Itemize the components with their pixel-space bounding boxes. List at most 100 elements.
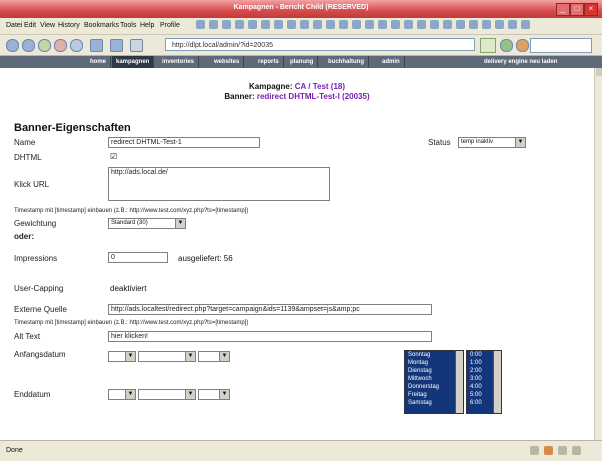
toolbar-icon[interactable]: [196, 20, 205, 29]
toolbar-icon[interactable]: [261, 20, 270, 29]
maximize-button[interactable]: □: [570, 3, 584, 16]
toolbar-icon[interactable]: [209, 20, 218, 29]
chevron-down-icon: ▼: [125, 352, 135, 361]
toolbar-icon[interactable]: [417, 20, 426, 29]
end-year-select[interactable]: ▼: [198, 389, 230, 400]
menu-tools[interactable]: Tools: [120, 22, 136, 29]
toolbar-icon[interactable]: [508, 20, 517, 29]
weekday-listbox[interactable]: Sonntag Montag Dienstag Mittwoch Donners…: [404, 350, 464, 414]
menu-view[interactable]: View: [40, 22, 55, 29]
search-engine-icon[interactable]: [516, 39, 529, 52]
toolbar-icon[interactable]: [287, 20, 296, 29]
page-content: Kampagne: CA / Test (18) Banner: redirec…: [0, 68, 594, 440]
kampagne-link[interactable]: CA / Test (18): [295, 82, 345, 91]
tab-inventories[interactable]: inventories: [158, 56, 200, 68]
externe-quelle-label: Externe Quelle: [14, 305, 67, 314]
gewichtung-select[interactable]: Standard (30) ▼: [108, 218, 186, 229]
menu-history[interactable]: History: [58, 22, 80, 29]
tab-home[interactable]: home: [86, 56, 112, 68]
menu-bookmarks[interactable]: Bookmarks: [84, 22, 119, 29]
toolbar-icon[interactable]: [456, 20, 465, 29]
menu-profile[interactable]: Profile: [160, 22, 180, 29]
tab-reports[interactable]: reports: [254, 56, 284, 68]
impressions-label: Impressions: [14, 254, 58, 263]
status-icon[interactable]: [530, 446, 539, 455]
status-icon[interactable]: [544, 446, 553, 455]
tab-planung[interactable]: planung: [286, 56, 319, 68]
toolbar-icon[interactable]: [352, 20, 361, 29]
reload-icon[interactable]: [38, 39, 51, 52]
status-icon[interactable]: [558, 446, 567, 455]
impressions-input[interactable]: 0: [108, 252, 168, 263]
end-day-select[interactable]: ▼: [108, 389, 136, 400]
toolbar-icon[interactable]: [391, 20, 400, 29]
end-month-select[interactable]: ▼: [138, 389, 196, 400]
gewichtung-label: Gewichtung: [14, 219, 57, 228]
address-bar[interactable]: http://dlpt.local/admin/?id=20035: [165, 38, 475, 51]
forward-arrow-icon[interactable]: [22, 39, 35, 52]
externe-quelle-input[interactable]: http://ads.localtest/redirect.php?target…: [108, 304, 432, 315]
minimize-button[interactable]: _: [556, 3, 570, 16]
menu-file[interactable]: Datei: [6, 22, 22, 29]
status-label: Status: [428, 138, 451, 147]
toolbar-icon[interactable]: [495, 20, 504, 29]
toolbar-icon[interactable]: [326, 20, 335, 29]
toolbar-icon[interactable]: [300, 20, 309, 29]
search-input[interactable]: [530, 38, 592, 53]
page-scrollbar[interactable]: [594, 68, 602, 440]
alt-text-input[interactable]: hier klicken!: [108, 331, 432, 342]
dhtml-checkbox[interactable]: ☑: [110, 152, 117, 161]
anfang-day-select[interactable]: ▼: [108, 351, 136, 362]
kampagne-heading: Kampagne: CA / Test (18): [0, 82, 594, 91]
toolbar-icon[interactable]: [235, 20, 244, 29]
app-tab-bar: home kampagnen inventories websites repo…: [0, 56, 602, 68]
history-icon[interactable]: [110, 39, 123, 52]
banner-link[interactable]: redirect DHTML-Test-I (20035): [257, 92, 370, 101]
toolbar-icon[interactable]: [482, 20, 491, 29]
go-button[interactable]: [480, 38, 496, 53]
listbox-scrollbar[interactable]: [455, 351, 463, 413]
toolbar-icon[interactable]: [248, 20, 257, 29]
status-text: Done: [6, 447, 23, 454]
stop-icon[interactable]: [54, 39, 67, 52]
addon-icon[interactable]: [500, 39, 513, 52]
toolbar-icon[interactable]: [222, 20, 231, 29]
name-input[interactable]: redirect DHTML-Test-1: [108, 137, 260, 148]
back-arrow-icon[interactable]: [6, 39, 19, 52]
toolbar-icon[interactable]: [404, 20, 413, 29]
scroll-up-arrow-icon[interactable]: [596, 68, 602, 76]
anfang-year-select[interactable]: ▼: [198, 351, 230, 362]
listbox-scrollbar[interactable]: [493, 351, 501, 413]
tab-buchhaltung[interactable]: buchhaltung: [324, 56, 369, 68]
toolbar-icon[interactable]: [443, 20, 452, 29]
oder-label: oder:: [14, 232, 34, 241]
hour-listbox[interactable]: 0:00 1:00 2:00 3:00 4:00 5:00 6:00: [466, 350, 502, 414]
bookmark-icon[interactable]: [90, 39, 103, 52]
menu-edit[interactable]: Edit: [24, 22, 36, 29]
toolbar-icon[interactable]: [365, 20, 374, 29]
alt-text-label: Alt Text: [14, 332, 41, 341]
chevron-down-icon: ▼: [219, 390, 229, 399]
tab-admin[interactable]: admin: [378, 56, 405, 68]
status-bar: Done: [0, 440, 602, 461]
toolbar-icon[interactable]: [469, 20, 478, 29]
toolbar-icon[interactable]: [378, 20, 387, 29]
banner-label: Banner:: [224, 92, 255, 101]
tab-kampagnen[interactable]: kampagnen: [112, 56, 155, 68]
toolbar-icon[interactable]: [274, 20, 283, 29]
toolbar-icon[interactable]: [430, 20, 439, 29]
toolbar-icon[interactable]: [339, 20, 348, 29]
timestamp-note-2: Timestamp mit [timestamp] einbauen (z.B.…: [14, 320, 249, 326]
reload-engine-link[interactable]: delivery engine neu laden: [480, 56, 561, 68]
menu-help[interactable]: Help: [140, 22, 154, 29]
close-button[interactable]: ×: [584, 3, 598, 16]
toolbar-icon[interactable]: [313, 20, 322, 29]
tab-websites[interactable]: websites: [210, 56, 245, 68]
anfang-month-select[interactable]: ▼: [138, 351, 196, 362]
status-icon[interactable]: [572, 446, 581, 455]
page-icon[interactable]: [130, 39, 143, 52]
home-icon[interactable]: [70, 39, 83, 52]
status-select[interactable]: temp inaktiv ▼: [458, 137, 526, 148]
klick-url-textarea[interactable]: http://ads.local.de/: [108, 167, 330, 201]
toolbar-icon[interactable]: [521, 20, 530, 29]
